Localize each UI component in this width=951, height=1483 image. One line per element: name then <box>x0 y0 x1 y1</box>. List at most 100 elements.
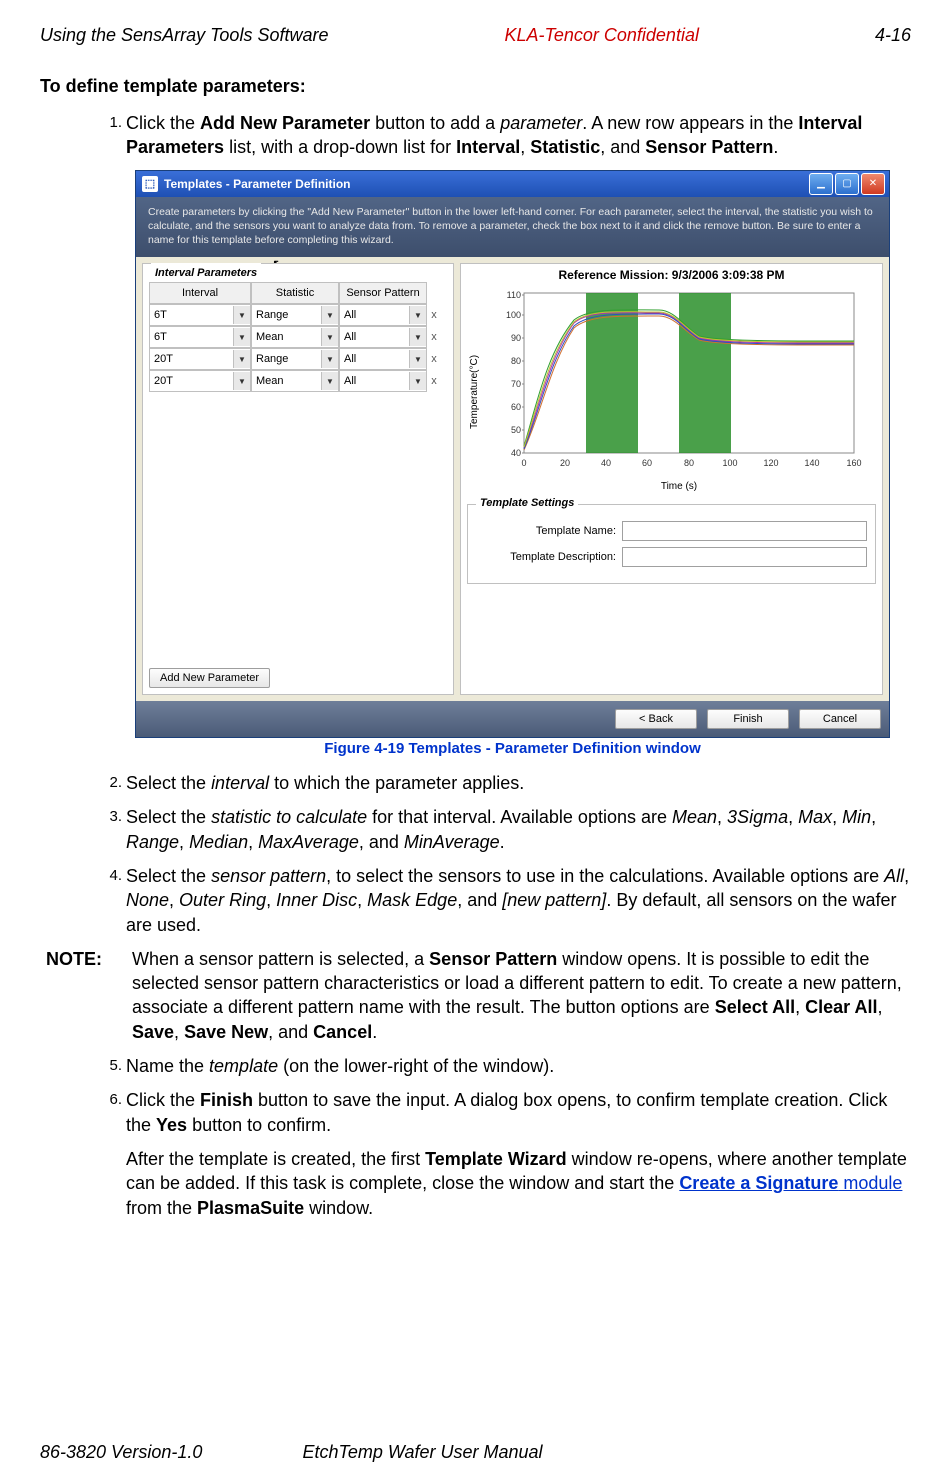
note-label: NOTE: <box>40 947 132 1044</box>
parameter-row: 6T▼ Mean▼ All▼ x <box>149 326 447 348</box>
svg-text:100: 100 <box>722 458 737 468</box>
ref-add-new-parameter: Add New Parameter <box>200 113 370 133</box>
note-block: NOTE: When a sensor pattern is selected,… <box>40 947 911 1044</box>
svg-text:80: 80 <box>684 458 694 468</box>
chevron-down-icon[interactable]: ▼ <box>233 372 250 390</box>
page-footer: 86-3820 Version-1.0 EtchTemp Wafer User … <box>40 1442 911 1463</box>
template-description-input[interactable] <box>622 547 867 567</box>
chevron-down-icon[interactable]: ▼ <box>233 350 250 368</box>
document-page: Using the SensArray Tools Software KLA-T… <box>0 0 951 1483</box>
chevron-down-icon[interactable]: ▼ <box>321 372 338 390</box>
reference-mission-chart: 40 50 60 70 80 90 100 110 <box>482 288 876 478</box>
x-axis-label: Time (s) <box>482 481 876 496</box>
chevron-down-icon[interactable]: ▼ <box>409 372 426 390</box>
svg-text:120: 120 <box>763 458 778 468</box>
statistic-dropdown[interactable]: Range▼ <box>251 304 339 326</box>
remove-row-button[interactable]: x <box>427 353 441 365</box>
template-settings-label: Template Settings <box>476 497 578 509</box>
svg-text:40: 40 <box>511 448 521 458</box>
template-name-label: Template Name: <box>476 525 622 537</box>
titlebar[interactable]: ⬚ Templates - Parameter Definition ▁ ▢ ✕ <box>136 171 889 197</box>
step-2: 2. Select the interval to which the para… <box>100 771 911 795</box>
step-number: 2. <box>100 771 126 795</box>
svg-text:70: 70 <box>511 379 521 389</box>
step-4: 4. Select the sensor pattern, to select … <box>100 864 911 937</box>
cancel-button[interactable]: Cancel <box>799 709 881 729</box>
pattern-dropdown[interactable]: All▼ <box>339 304 427 326</box>
svg-text:0: 0 <box>521 458 526 468</box>
template-settings-group: Template Settings Template Name: Templat… <box>467 504 876 584</box>
figure-caption: Figure 4-19 Templates - Parameter Defini… <box>135 740 890 757</box>
interval-parameters-panel: Interval Parameters Interval Statistic S… <box>142 263 454 695</box>
interval-dropdown[interactable]: 6T▼ <box>149 326 251 348</box>
svg-text:50: 50 <box>511 425 521 435</box>
step-number: 1. <box>100 111 126 160</box>
chevron-down-icon[interactable]: ▼ <box>321 328 338 346</box>
figure-screenshot: ⬚ Templates - Parameter Definition ▁ ▢ ✕… <box>135 170 890 758</box>
step-number: 5. <box>100 1054 126 1078</box>
chevron-down-icon[interactable]: ▼ <box>233 306 250 324</box>
interval-dropdown[interactable]: 20T▼ <box>149 348 251 370</box>
close-button[interactable]: ✕ <box>861 173 885 195</box>
interval-dropdown[interactable]: 20T▼ <box>149 370 251 392</box>
svg-text:100: 100 <box>506 310 521 320</box>
pattern-dropdown[interactable]: All▼ <box>339 370 427 392</box>
pattern-dropdown[interactable]: All▼ <box>339 348 427 370</box>
chart-area: Temperature(°C) 40 50 <box>461 284 882 498</box>
remove-row-button[interactable]: x <box>427 375 441 387</box>
section-heading: To define template parameters: <box>40 76 911 97</box>
interval-parameters-label: Interval Parameters <box>151 263 261 281</box>
svg-text:160: 160 <box>846 458 861 468</box>
back-button[interactable]: < Back <box>615 709 697 729</box>
add-new-parameter-button[interactable]: Add New Parameter <box>149 668 270 688</box>
pattern-dropdown[interactable]: All▼ <box>339 326 427 348</box>
link-create-a-signature[interactable]: Create a Signature module <box>679 1173 902 1193</box>
minimize-button[interactable]: ▁ <box>809 173 833 195</box>
chevron-down-icon[interactable]: ▼ <box>409 306 426 324</box>
statistic-dropdown[interactable]: Mean▼ <box>251 370 339 392</box>
parameter-row: 6T▼ Range▼ All▼ x <box>149 304 447 326</box>
svg-text:60: 60 <box>642 458 652 468</box>
statistic-dropdown[interactable]: Mean▼ <box>251 326 339 348</box>
template-name-input[interactable] <box>622 521 867 541</box>
chart-title: Reference Mission: 9/3/2006 3:09:38 PM <box>461 264 882 284</box>
y-axis-label: Temperature(°C) <box>467 288 482 496</box>
window-title: Templates - Parameter Definition <box>164 177 351 191</box>
step-number: 6. <box>100 1088 126 1137</box>
statistic-dropdown[interactable]: Range▼ <box>251 348 339 370</box>
chevron-down-icon[interactable]: ▼ <box>409 328 426 346</box>
window-templates-parameter-definition: ⬚ Templates - Parameter Definition ▁ ▢ ✕… <box>135 170 890 739</box>
remove-row-button[interactable]: x <box>427 309 441 321</box>
template-description-label: Template Description: <box>476 551 622 563</box>
step-number: 3. <box>100 805 126 854</box>
finish-button[interactable]: Finish <box>707 709 789 729</box>
svg-text:90: 90 <box>511 333 521 343</box>
svg-text:110: 110 <box>507 290 521 300</box>
svg-text:20: 20 <box>560 458 570 468</box>
chevron-down-icon[interactable]: ▼ <box>233 328 250 346</box>
col-interval: Interval <box>149 282 251 304</box>
chevron-down-icon[interactable]: ▼ <box>321 306 338 324</box>
step-6: 6. Click the Finish button to save the i… <box>100 1088 911 1137</box>
page-header: Using the SensArray Tools Software KLA-T… <box>40 25 911 46</box>
chevron-down-icon[interactable]: ▼ <box>409 350 426 368</box>
remove-row-button[interactable]: x <box>427 331 441 343</box>
svg-text:40: 40 <box>601 458 611 468</box>
header-right: 4-16 <box>875 25 911 46</box>
parameter-row: 20T▼ Mean▼ All▼ x <box>149 370 447 392</box>
svg-text:140: 140 <box>804 458 819 468</box>
wizard-button-bar: < Back Finish Cancel <box>136 701 889 737</box>
header-center: KLA-Tencor Confidential <box>505 25 699 46</box>
parameters-header-row: Interval Statistic Sensor Pattern <box>149 282 447 304</box>
interval-dropdown[interactable]: 6T▼ <box>149 304 251 326</box>
chevron-down-icon[interactable]: ▼ <box>321 350 338 368</box>
step-5: 5. Name the template (on the lower-right… <box>100 1054 911 1078</box>
footer-version: 86-3820 Version-1.0 <box>40 1442 202 1463</box>
maximize-button[interactable]: ▢ <box>835 173 859 195</box>
parameter-row: 20T▼ Range▼ All▼ x <box>149 348 447 370</box>
step-3: 3. Select the statistic to calculate for… <box>100 805 911 854</box>
svg-text:80: 80 <box>511 356 521 366</box>
col-statistic: Statistic <box>251 282 339 304</box>
instruction-banner: Create parameters by clicking the "Add N… <box>136 197 889 258</box>
closing-paragraph: After the template is created, the first… <box>126 1147 911 1220</box>
